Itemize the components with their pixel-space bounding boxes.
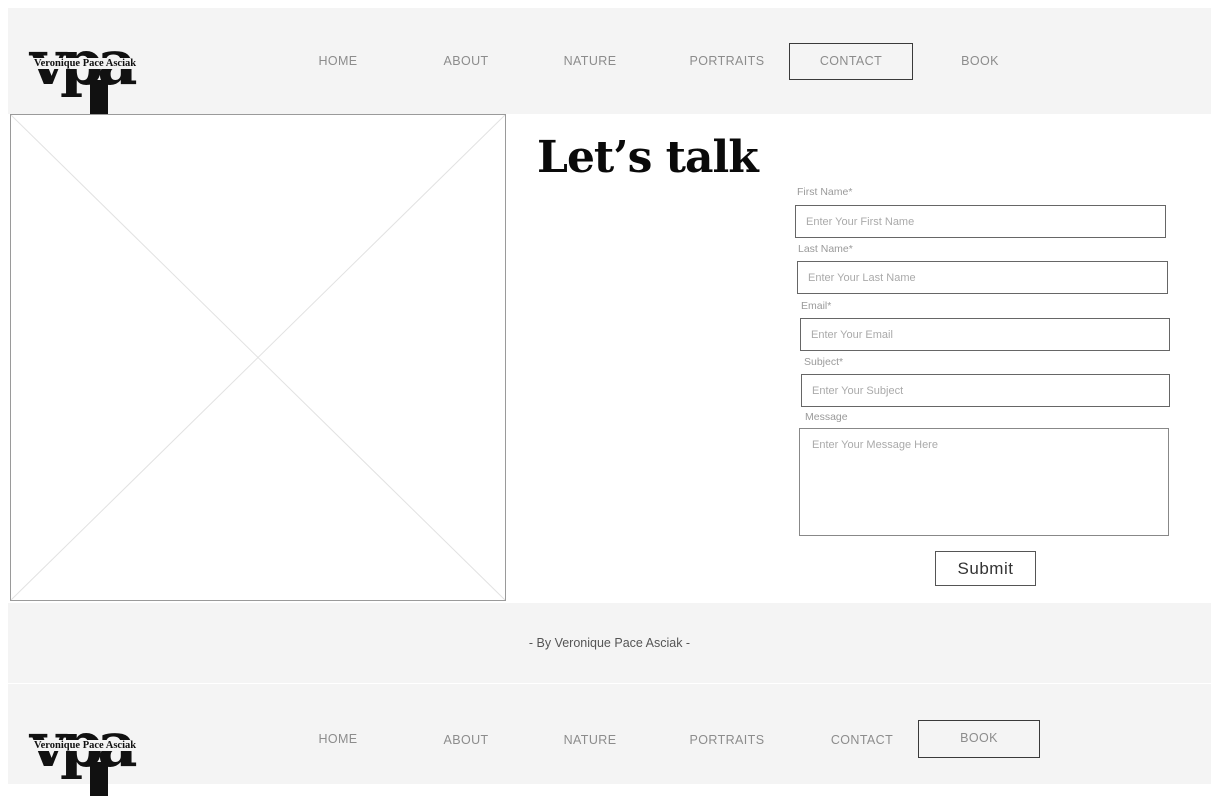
email-field[interactable]: [800, 318, 1170, 351]
footer-nav-nature[interactable]: NATURE: [554, 730, 626, 750]
last-name-label: Last Name*: [798, 243, 853, 255]
page-title: Let’s talk: [537, 132, 759, 183]
submit-button[interactable]: Submit: [935, 551, 1036, 586]
footer-brand-name: Veronique Pace Asciak: [32, 740, 139, 751]
subject-label: Subject*: [804, 356, 844, 368]
footer-nav-book[interactable]: BOOK: [918, 720, 1040, 758]
footer-nav-portraits[interactable]: PORTRAITS: [683, 730, 771, 750]
subject-field[interactable]: [801, 374, 1170, 407]
logo-stem-shape: [90, 80, 108, 114]
email-label: Email*: [801, 300, 832, 312]
message-field[interactable]: [799, 428, 1169, 536]
brand-logo[interactable]: vpa Veronique Pace Asciak: [30, 32, 170, 114]
nav-home[interactable]: HOME: [308, 51, 368, 71]
first-name-label: First Name*: [797, 186, 853, 198]
last-name-field[interactable]: [797, 261, 1168, 294]
placeholder-cross: [11, 115, 505, 600]
nav-nature[interactable]: NATURE: [554, 51, 626, 71]
message-label: Message: [805, 411, 848, 423]
first-name-field[interactable]: [795, 205, 1166, 238]
footer-credit: - By Veronique Pace Asciak -: [528, 636, 691, 650]
image-placeholder: [10, 114, 506, 601]
footer-logo-stem-shape: [90, 762, 108, 796]
nav-portraits[interactable]: PORTRAITS: [683, 51, 771, 71]
nav-book[interactable]: BOOK: [950, 51, 1010, 71]
footer-nav-contact[interactable]: CONTACT: [820, 730, 904, 750]
footer-nav-home[interactable]: HOME: [308, 729, 368, 749]
footer-nav-about[interactable]: ABOUT: [434, 730, 498, 750]
brand-name: Veronique Pace Asciak: [32, 58, 139, 69]
footer-brand-logo[interactable]: vpa Veronique Pace Asciak: [30, 714, 170, 796]
nav-contact[interactable]: CONTACT: [789, 43, 913, 80]
nav-about[interactable]: ABOUT: [434, 51, 498, 71]
